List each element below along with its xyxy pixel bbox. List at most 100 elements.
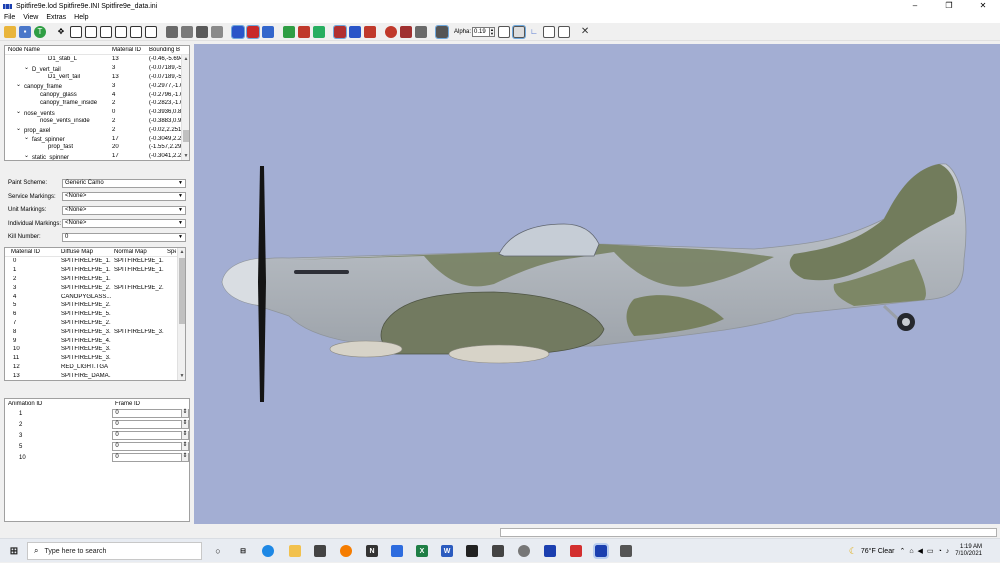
node-row[interactable]: ⌄ D_vert_tail 3 (-0.07189,-5.	[5, 64, 189, 73]
material-row[interactable]: 4 CANOPYGLASS....	[5, 292, 185, 301]
excel-icon[interactable]: X	[416, 545, 428, 557]
network-icon[interactable]: ⌂	[909, 548, 913, 555]
light-icon[interactable]	[333, 24, 347, 39]
cube-icon[interactable]	[558, 25, 571, 38]
alpha-spinner[interactable]: ▲ ▼	[490, 26, 496, 37]
expander-icon[interactable]: ⌄	[24, 152, 32, 159]
volume-icon[interactable]: ◀	[918, 547, 923, 555]
mesh-icon[interactable]	[349, 25, 361, 38]
col-bounding-box[interactable]: Bounding B	[146, 47, 183, 53]
effect-icon[interactable]	[364, 25, 376, 38]
texture-icon[interactable]: T	[34, 25, 46, 38]
view-bottom-icon[interactable]	[145, 25, 157, 38]
alpha-input[interactable]: 0.19	[472, 26, 491, 37]
col-material-id[interactable]: Material ID	[109, 47, 146, 53]
clock[interactable]: 1:19 AM 7/10/2021	[955, 544, 982, 558]
field-dropdown[interactable]: <None>	[62, 219, 186, 228]
col-normal-map[interactable]: Normal Map	[111, 249, 164, 255]
field-dropdown[interactable]: <None>	[62, 205, 186, 215]
materials-list[interactable]: Material ID Diffuse Map Normal Map Spe 0…	[4, 247, 186, 381]
material-row[interactable]: 8 SPITFIRELF9E_3.... SPITFIRELF9E_3....	[5, 327, 185, 336]
close-button[interactable]: ✕	[966, 0, 1000, 12]
word-icon[interactable]: W	[441, 545, 453, 557]
node-row[interactable]: nose_vents_inside 2 (-0.3883,0.9(	[5, 117, 189, 126]
weather-text[interactable]: 76°F Clear	[861, 548, 895, 555]
material-row[interactable]: 0 SPITFIRELF9E_1.... SPITFIRELF9E_1....	[5, 257, 185, 266]
grid-icon[interactable]	[512, 24, 527, 39]
node-row[interactable]: ⌄ prop_axel 2 (-0.02,2.251,	[5, 125, 189, 134]
paint-icon[interactable]	[400, 25, 412, 38]
gray-object-icon[interactable]	[415, 25, 427, 38]
menu-help[interactable]: Help	[70, 14, 92, 21]
expander-icon[interactable]: ⌄	[16, 81, 24, 88]
view-back-icon[interactable]	[85, 25, 97, 38]
material-row[interactable]: 3 SPITFIRELF9E_2.... SPITFIRELF9E_2....	[5, 283, 185, 292]
col-material-id[interactable]: Material ID	[5, 249, 58, 255]
node-tree[interactable]: Node Name Material ID Bounding B D1_stab…	[4, 45, 190, 161]
axis-icon[interactable]: ∟	[528, 26, 540, 38]
save-icon[interactable]: ▪	[19, 25, 31, 38]
node-row[interactable]: D1_vert_tail 13 (-0.07189,-5.	[5, 73, 189, 82]
bounding-box-icon[interactable]	[543, 25, 556, 38]
shade-wire-icon[interactable]	[196, 25, 208, 38]
animation-list[interactable]: Animation ID Frame ID 10203050100	[4, 398, 190, 522]
chevron-up-icon[interactable]: ⌃	[899, 547, 905, 555]
minimize-button[interactable]: –	[898, 0, 932, 12]
menu-view[interactable]: View	[19, 14, 42, 21]
material-row[interactable]: 9 SPITFIRELF9E_4....	[5, 336, 185, 345]
open-folder-icon[interactable]	[4, 25, 16, 38]
notes-icon[interactable]: N	[366, 545, 378, 557]
mode-select-icon[interactable]	[231, 24, 245, 39]
expander-icon[interactable]: ⌄	[16, 108, 24, 115]
file-explorer-icon[interactable]	[289, 545, 301, 557]
node-row[interactable]: ⌄ canopy_frame 3 (-0.2977,-1.6	[5, 81, 189, 90]
damage-icon[interactable]	[298, 25, 310, 38]
material-row[interactable]: 5 SPITFIRELF9E_2....	[5, 301, 185, 310]
frame-id-input[interactable]: 0	[112, 409, 189, 418]
store-icon[interactable]	[314, 545, 326, 557]
col-specular[interactable]: Spe	[164, 249, 176, 255]
node-tree-scroll-thumb[interactable]	[183, 130, 189, 142]
node-row[interactable]: canopy_frame_inside 2 (-0.2823,-1.6	[5, 99, 189, 108]
material-row[interactable]: 2 SPITFIRELF9E_1....	[5, 275, 185, 284]
lod-viewer-icon[interactable]	[593, 543, 609, 559]
sim-app-icon[interactable]	[544, 545, 556, 557]
field-dropdown[interactable]: Generic Camo	[62, 178, 186, 188]
view-right-icon[interactable]	[115, 25, 127, 38]
field-dropdown[interactable]: <None>	[62, 192, 186, 201]
pdf-icon[interactable]	[570, 545, 582, 557]
box-icon[interactable]	[435, 24, 449, 39]
col-diffuse-map[interactable]: Diffuse Map	[58, 249, 111, 255]
view-top-icon[interactable]	[130, 25, 142, 38]
node-row[interactable]: ⌄ fast_spinner 17 (-0.3049,2.27	[5, 134, 189, 143]
steam-icon[interactable]	[518, 545, 530, 557]
speaker-icon[interactable]: ♪	[946, 548, 950, 555]
materials-scroll-thumb[interactable]	[179, 258, 185, 324]
wifi-icon[interactable]: ◔	[938, 548, 942, 555]
3d-viewport[interactable]	[194, 44, 1000, 524]
col-node-name[interactable]: Node Name	[5, 47, 109, 53]
mode-normal-icon[interactable]	[262, 25, 274, 38]
node-row[interactable]: D1_stab_L 13 (-0.46,-5.694	[5, 55, 189, 64]
app-window-icon[interactable]	[620, 545, 632, 557]
expander-icon[interactable]: ⌄	[24, 134, 32, 141]
collision-icon[interactable]	[283, 25, 295, 38]
maximize-button[interactable]: ❐	[932, 0, 966, 12]
view-left-icon[interactable]	[100, 25, 112, 38]
material-row[interactable]: 6 SPITFIRELF9E_5....	[5, 310, 185, 319]
frame-id-input[interactable]: 0	[112, 442, 189, 451]
expander-icon[interactable]: ⌄	[16, 125, 24, 132]
tools-icon[interactable]: ✕	[579, 26, 591, 38]
material-row[interactable]: 10 SPITFIRELF9E_3....	[5, 345, 185, 354]
mail-icon[interactable]	[391, 545, 403, 557]
frame-icon[interactable]	[498, 25, 511, 38]
field-dropdown[interactable]: 0	[62, 232, 186, 242]
expander-icon[interactable]: ⌄	[24, 64, 32, 71]
materials-scrollbar[interactable]: ▲ ▼	[177, 248, 185, 380]
material-row[interactable]: 1 SPITFIRELF9E_1.... SPITFIRELF9E_1....	[5, 266, 185, 275]
view-front-icon[interactable]	[70, 25, 82, 38]
widgets-icon[interactable]: ⊟	[237, 545, 249, 557]
hitbox-icon[interactable]	[313, 25, 325, 38]
task-view-icon[interactable]: ○	[212, 545, 224, 557]
material-row[interactable]: 7 SPITFIRELF9E_2....	[5, 319, 185, 328]
